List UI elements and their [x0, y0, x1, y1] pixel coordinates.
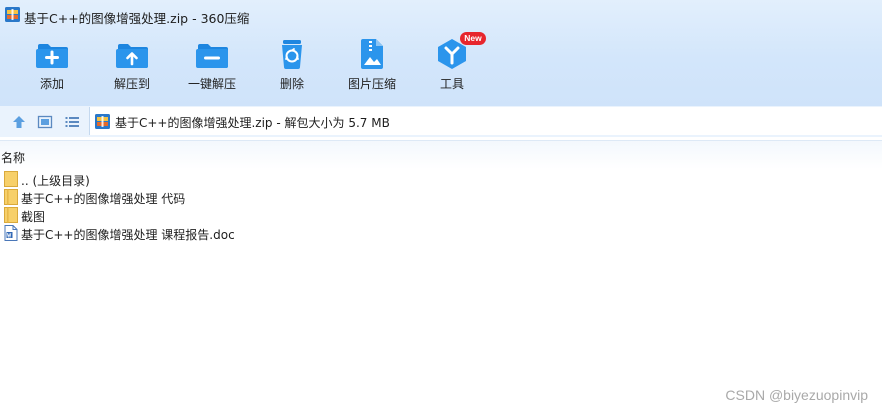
list-item-name: 基于C++的图像增强处理 课程报告.doc [21, 228, 235, 242]
thumbnail-view-icon[interactable] [37, 114, 53, 130]
extract-to-label: 解压到 [113, 77, 150, 91]
window-title: 基于C++的图像增强处理.zip - 360压缩 [24, 11, 250, 26]
list-item-name: 基于C++的图像增强处理 代码 [21, 192, 186, 206]
add-folder-icon [36, 44, 68, 68]
folder-icon [4, 171, 18, 187]
delete-label: 删除 [279, 77, 304, 91]
delete-button[interactable]: 删除 [254, 38, 330, 98]
list-item-report-doc[interactable]: 基于C++的图像增强处理 课程报告.doc [0, 224, 400, 242]
extract-to-button[interactable]: 解压到 [94, 38, 170, 98]
add-label: 添加 [39, 77, 64, 91]
extract-folder-icon [116, 44, 148, 68]
one-click-extract-button[interactable]: 一键解压 [174, 38, 250, 98]
address-box[interactable]: 基于C++的图像增强处理.zip - 解包大小为 5.7 MB [89, 107, 882, 135]
image-compress-button[interactable]: 图片压缩 [334, 38, 410, 98]
up-arrow-icon[interactable] [11, 114, 27, 130]
archive-window: 基于C++的图像增强处理.zip - 360压缩 添加 解压到 一键解压 删除 … [0, 0, 882, 412]
list-item-code-folder[interactable]: 基于C++的图像增强处理 代码 [0, 188, 400, 206]
word-document-icon [4, 225, 18, 241]
column-name-header[interactable]: 名称 [1, 149, 25, 166]
tools-label: 工具 [439, 77, 464, 91]
tools-button[interactable]: New 工具 [414, 32, 490, 98]
list-item-parent-directory[interactable]: .. (上级目录) [0, 170, 400, 188]
top-area: 基于C++的图像增强处理.zip - 360压缩 添加 解压到 一键解压 删除 … [0, 0, 882, 106]
folder-icon [4, 207, 18, 223]
column-header: 名称 [0, 140, 882, 169]
list-item-name: .. (上级目录) [21, 174, 90, 188]
recycle-bin-icon [282, 40, 302, 69]
list-item-screenshot-folder[interactable]: 截图 [0, 206, 400, 224]
address-path: 基于C++的图像增强处理.zip - 解包大小为 5.7 MB [115, 116, 390, 130]
zip-archive-icon [95, 114, 110, 129]
list-item-name: 截图 [21, 210, 46, 224]
image-compress-icon [361, 39, 383, 69]
add-button[interactable]: 添加 [14, 38, 90, 98]
title-bar: 基于C++的图像增强处理.zip - 360压缩 [0, 0, 882, 32]
archive-app-icon [5, 7, 20, 22]
list-view-icon[interactable] [64, 114, 80, 130]
one-click-extract-icon [196, 44, 228, 68]
new-badge: New [460, 32, 486, 45]
image-compress-label: 图片压缩 [347, 77, 396, 91]
watermark-text: CSDN @biyezuopinvip [725, 387, 868, 403]
one-click-extract-label: 一键解压 [187, 77, 236, 91]
folder-icon [4, 189, 18, 205]
